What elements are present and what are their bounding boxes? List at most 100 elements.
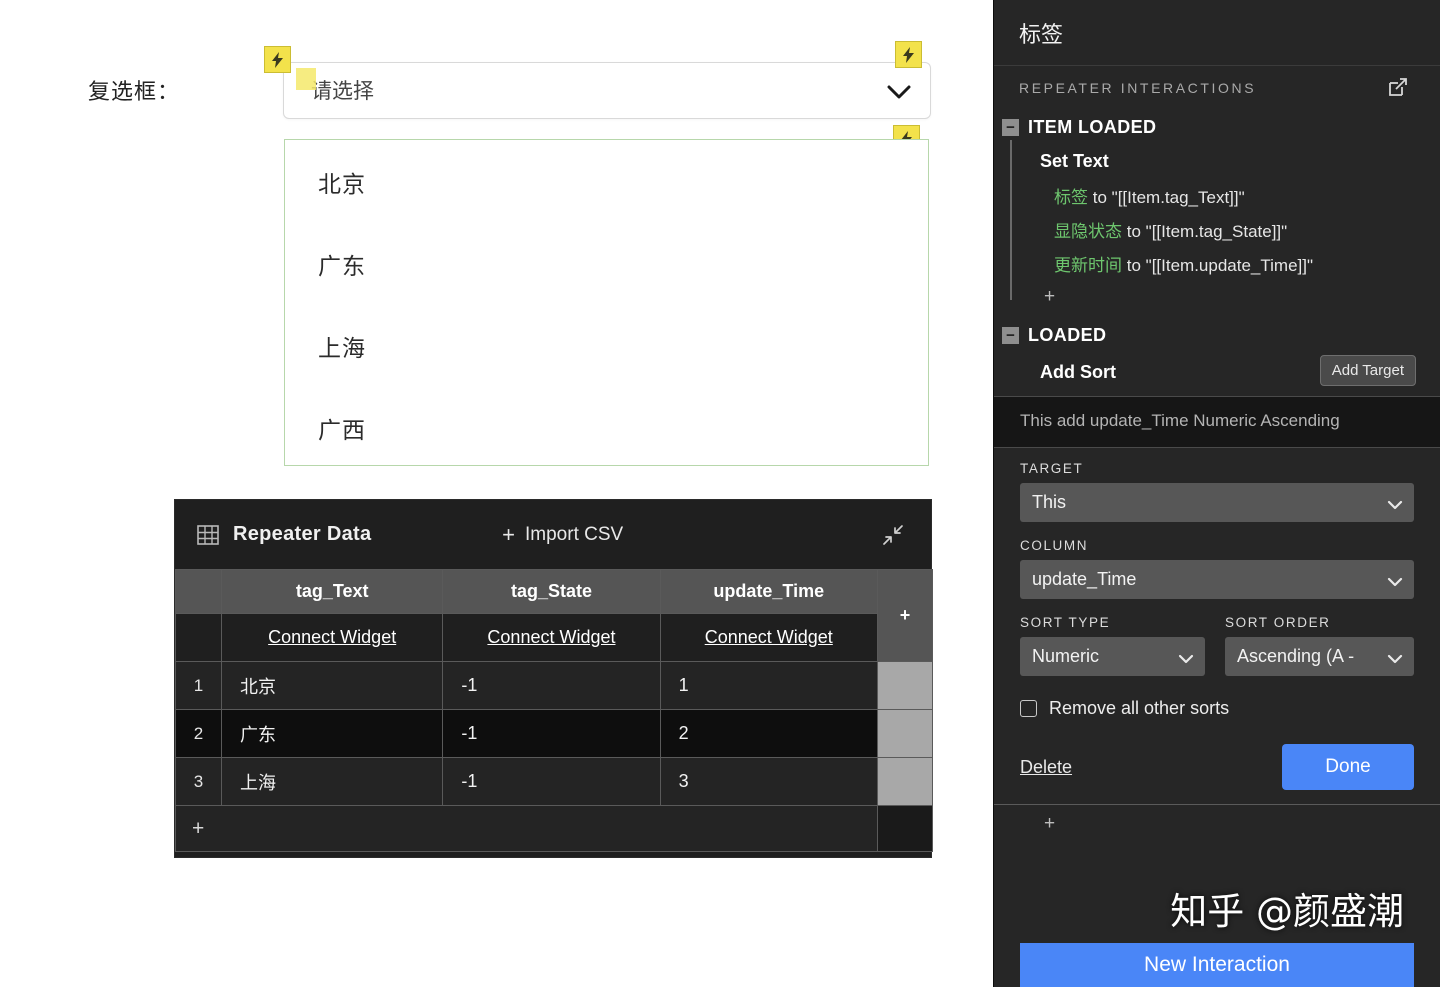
event-name: LOADED xyxy=(1028,324,1107,345)
row-spacer xyxy=(876,661,934,710)
row-number-blank xyxy=(174,613,223,662)
set-text-line[interactable]: 显隐状态 to "[[Item.tag_State]]" xyxy=(994,212,1440,246)
event-header-item-loaded[interactable]: − ITEM LOADED xyxy=(994,110,1440,144)
cell-tag-state[interactable]: -1 xyxy=(442,709,661,758)
import-csv-label: Import CSV xyxy=(525,523,624,545)
table-row[interactable]: 1 北京 -1 1 xyxy=(174,661,934,710)
action-name: Add Sort xyxy=(1040,361,1116,382)
connect-widget-link[interactable]: Connect Widget xyxy=(487,627,615,647)
add-row-spacer xyxy=(876,805,934,852)
target-value: This xyxy=(1032,492,1067,513)
add-action-row[interactable]: + xyxy=(994,280,1440,314)
sort-summary[interactable]: This add update_Time Numeric Ascending xyxy=(994,396,1440,449)
sort-options-row: SORT TYPE Numeric SORT ORDER Ascending (… xyxy=(1020,615,1414,677)
sort-type-select[interactable]: Numeric xyxy=(1020,637,1205,677)
design-canvas: 复选框： 请选择 北京 广东 上海 广西 Repeater Data + Imp… xyxy=(0,0,993,987)
add-action-plus[interactable]: + xyxy=(1044,805,1440,835)
column-label: COLUMN xyxy=(1020,538,1089,554)
sort-order-select[interactable]: Ascending (A - xyxy=(1225,637,1414,677)
remove-all-sorts-row[interactable]: Remove all other sorts xyxy=(1020,698,1414,719)
connect-widget-cell: Connect Widget xyxy=(221,613,444,662)
add-row-button[interactable]: + xyxy=(175,805,878,852)
action-add-sort[interactable]: Add Sort Add Target xyxy=(994,352,1440,392)
row-spacer xyxy=(876,757,934,806)
connect-widget-link[interactable]: Connect Widget xyxy=(268,627,396,647)
action-set-text[interactable]: Set Text xyxy=(994,144,1440,178)
set-to: to xyxy=(1126,221,1141,241)
cell-update-time[interactable]: 1 xyxy=(659,661,878,710)
list-item[interactable]: 广西 xyxy=(318,411,366,445)
add-column-button[interactable]: + xyxy=(876,569,934,662)
repeater-data-header: Repeater Data + Import CSV xyxy=(175,500,931,569)
cell-tag-text[interactable]: 上海 xyxy=(221,757,444,806)
cell-tag-text[interactable]: 北京 xyxy=(221,661,444,710)
checkbox-icon[interactable] xyxy=(1020,700,1037,718)
chevron-down-icon xyxy=(1387,572,1403,593)
cell-tag-state[interactable]: -1 xyxy=(442,661,661,710)
chevron-down-icon xyxy=(1387,649,1403,670)
lightning-bolt-icon[interactable] xyxy=(264,46,291,73)
set-value: "[[Item.tag_Text]]" xyxy=(1111,187,1245,207)
sort-config-form: TARGET This COLUMN update_Time SORT TYPE… xyxy=(994,448,1440,791)
text-selection-highlight xyxy=(296,68,316,90)
cell-update-time[interactable]: 3 xyxy=(659,757,878,806)
sort-order-field-group: SORT ORDER Ascending (A - xyxy=(1225,615,1414,677)
collapse-toggle-icon[interactable]: − xyxy=(1002,326,1019,344)
select-dropdown-control[interactable]: 请选择 xyxy=(283,62,931,119)
remove-all-sorts-label: Remove all other sorts xyxy=(1049,698,1230,719)
cell-tag-state[interactable]: -1 xyxy=(442,757,661,806)
table-row[interactable]: 2 广东 -1 2 xyxy=(174,709,934,758)
connect-widget-link[interactable]: Connect Widget xyxy=(705,627,833,647)
cell-update-time[interactable]: 2 xyxy=(659,709,878,758)
list-item[interactable]: 广东 xyxy=(318,247,366,281)
set-text-line[interactable]: 更新时间 to "[[Item.update_Time]]" xyxy=(994,246,1440,280)
add-target-button[interactable]: Add Target xyxy=(1319,355,1416,386)
add-row-container[interactable]: + xyxy=(175,805,934,852)
add-action-plus[interactable]: + xyxy=(1044,286,1055,308)
list-item[interactable]: 北京 xyxy=(318,165,366,199)
repeater-data-panel: Repeater Data + Import CSV tag_Text tag_… xyxy=(174,499,934,858)
sort-form-footer: Delete Done xyxy=(1020,744,1414,791)
row-index: 1 xyxy=(174,661,223,710)
delete-link[interactable]: Delete xyxy=(1020,757,1072,778)
column-header-tag-state[interactable]: tag_State xyxy=(442,569,661,614)
done-button[interactable]: Done xyxy=(1282,744,1414,791)
column-header-tag-text[interactable]: tag_Text xyxy=(221,569,444,614)
cell-tag-text[interactable]: 广东 xyxy=(221,709,444,758)
chevron-down-icon[interactable] xyxy=(886,63,912,120)
row-index: 2 xyxy=(174,709,223,758)
column-select[interactable]: update_Time xyxy=(1020,560,1414,600)
dropdown-options-panel: 北京 广东 上海 广西 xyxy=(284,139,929,466)
set-target: 更新时间 xyxy=(1054,255,1122,275)
open-external-icon[interactable] xyxy=(1386,75,1410,99)
collapse-arrows-icon[interactable] xyxy=(881,523,905,547)
chevron-down-icon xyxy=(1178,649,1194,670)
target-label: TARGET xyxy=(1020,461,1084,477)
event-header-loaded[interactable]: − LOADED xyxy=(994,318,1440,352)
action-name: Set Text xyxy=(1040,150,1109,171)
new-interaction-button[interactable]: New Interaction xyxy=(1020,943,1414,987)
list-item[interactable]: 上海 xyxy=(318,329,366,363)
sort-type-field-group: SORT TYPE Numeric xyxy=(1020,615,1205,677)
target-select[interactable]: This xyxy=(1020,483,1414,523)
checkbox-field-label: 复选框： xyxy=(88,79,181,104)
app-root: 复选框： 请选择 北京 广东 上海 广西 Repeater Data + Imp… xyxy=(0,0,1440,987)
table-row[interactable]: 3 上海 -1 3 xyxy=(174,757,934,806)
import-csv-plus: + xyxy=(502,521,516,547)
lightning-bolt-icon[interactable] xyxy=(895,41,922,68)
import-csv-button[interactable]: + Import CSV xyxy=(502,521,624,547)
panel-section-header: REPEATER INTERACTIONS xyxy=(994,66,1440,110)
column-header-update-time[interactable]: update_Time xyxy=(659,569,878,614)
column-field-group: COLUMN update_Time xyxy=(1020,538,1414,600)
set-text-line[interactable]: 标签 to "[[Item.tag_Text]]" xyxy=(994,178,1440,212)
column-value: update_Time xyxy=(1032,569,1137,590)
collapse-toggle-icon[interactable]: − xyxy=(1002,118,1019,136)
repeater-data-table: tag_Text tag_State update_Time + Connect… xyxy=(174,569,934,852)
table-grid-icon xyxy=(197,524,219,545)
table-header-row: tag_Text tag_State update_Time + xyxy=(174,569,934,662)
set-target: 标签 xyxy=(1054,187,1088,207)
row-number-header xyxy=(174,569,223,614)
watermark: 知乎 @颜盛潮 xyxy=(1170,890,1404,933)
set-to: to xyxy=(1126,255,1141,275)
row-spacer xyxy=(876,709,934,758)
